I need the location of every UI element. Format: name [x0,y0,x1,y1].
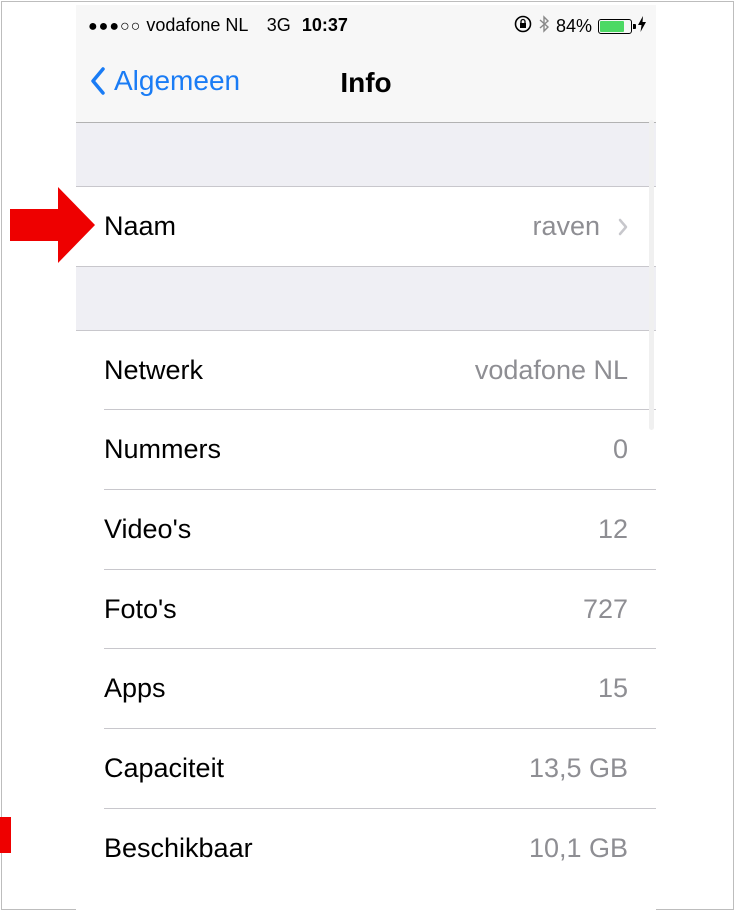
row-label: Nummers [104,434,222,464]
chevron-right-icon [618,218,628,235]
battery-nub [633,24,636,29]
row-value: 12 [597,514,628,544]
row-value: 0 [612,434,628,464]
list-item: Foto's 727 [76,570,656,650]
row-value: 13,5 GB [528,753,628,783]
page-title: Info [340,67,392,98]
name-value: raven [532,211,600,241]
row-value: 10,1 GB [528,833,628,863]
list-item: Netwerk vodafone NL [76,331,656,411]
row-label: Netwerk [104,355,204,385]
row-value: vodafone NL [474,355,628,385]
red-arrow-annotation-icon [10,187,95,263]
section-spacer [76,123,656,187]
name-label: Naam [104,211,177,241]
section-spacer [76,267,656,330]
row-label: Capaciteit [104,753,225,783]
status-left: ●●●○○ vodafone NL 3G 10:37 [88,15,348,36]
list-item: Apps 15 [76,649,656,729]
status-time: 10:37 [301,15,348,35]
charging-icon [638,16,646,37]
battery-icon [598,19,636,34]
carrier-label: vodafone NL [146,15,248,35]
row-value: 15 [597,673,628,703]
list-item: Beschikbaar 10,1 GB [76,809,656,889]
battery-fill [600,21,624,32]
rotation-lock-icon [514,15,532,38]
scroll-indicator [649,120,654,430]
network-type: 3G [266,15,291,35]
signal-strength-icon: ●●●○○ [88,18,142,35]
row-label: Apps [104,673,166,703]
phone-screen: ●●●○○ vodafone NL 3G 10:37 84% Algemeen … [76,5,656,912]
status-right: 84% [514,15,646,38]
row-label: Video's [104,514,192,544]
status-bar: ●●●○○ vodafone NL 3G 10:37 84% [76,5,656,45]
battery-percentage: 84% [555,16,592,36]
row-label: Beschikbaar [104,833,253,863]
red-marker-annotation [0,817,11,853]
name-value-group: raven [532,211,628,242]
list-item: Capaciteit 13,5 GB [76,729,656,809]
bluetooth-icon [538,15,550,38]
row-label: Foto's [104,594,177,624]
navigation-bar: Algemeen Info [76,45,656,123]
name-row[interactable]: Naam raven [76,187,656,267]
list-item: Video's 12 [76,490,656,570]
list-item: Nummers 0 [76,410,656,490]
row-value: 727 [582,594,628,624]
